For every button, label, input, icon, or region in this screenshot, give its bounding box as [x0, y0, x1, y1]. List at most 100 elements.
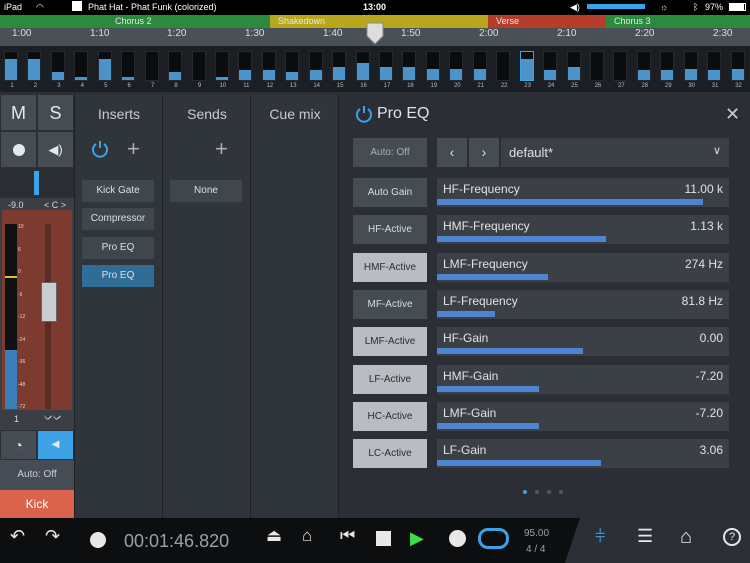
track-cell[interactable]: 23	[519, 51, 534, 89]
track-cell[interactable]: 4	[74, 51, 89, 89]
input-monitor-button[interactable]: ◀	[37, 430, 74, 460]
power-icon[interactable]	[91, 140, 109, 158]
track-cell[interactable]: 12	[261, 51, 276, 89]
mixer-icon[interactable]: ⫩	[595, 526, 605, 547]
fader-handle[interactable]	[41, 282, 57, 322]
section-verse[interactable]: Verse	[488, 15, 606, 28]
record-button[interactable]	[0, 131, 37, 168]
section-chorus-2[interactable]: Chorus 2	[0, 15, 270, 28]
eq-toggle-lc-active[interactable]: LC-Active	[353, 439, 427, 469]
preset-dropdown[interactable]: default* ∨	[501, 138, 729, 167]
insert-slot-pro-eq[interactable]: Pro EQ	[82, 237, 154, 259]
eq-param-hf-frequency[interactable]: HF-Frequency 11.00 k	[437, 178, 729, 207]
loop-icon[interactable]	[478, 528, 509, 549]
track-cell[interactable]: 8	[168, 51, 183, 89]
pan-handle[interactable]	[34, 171, 39, 195]
eq-toggle-hf-active[interactable]: HF-Active	[353, 215, 427, 245]
solo-button[interactable]: S	[37, 94, 74, 131]
track-cell[interactable]: 6	[121, 51, 136, 89]
track-cell[interactable]: 17	[379, 51, 393, 89]
track-cell[interactable]: 3	[50, 51, 65, 89]
insert-slot-pro-eq-selected[interactable]: Pro EQ	[82, 265, 154, 287]
monitor-button[interactable]: ◀)	[37, 131, 74, 168]
insert-slot-kick-gate[interactable]: Kick Gate	[82, 180, 154, 202]
redo-icon[interactable]: ↷	[45, 526, 60, 547]
add-marker-icon[interactable]: ⌂	[302, 526, 312, 546]
add-insert-button[interactable]: +	[127, 136, 140, 162]
eq-automation-button[interactable]: Auto: Off	[353, 138, 427, 167]
track-cell[interactable]: 10	[214, 51, 229, 89]
play-icon[interactable]: ▶	[410, 528, 424, 549]
param-slider[interactable]	[437, 199, 703, 205]
param-slider[interactable]	[437, 348, 583, 355]
mute-button[interactable]: M	[0, 94, 37, 131]
param-slider[interactable]	[437, 310, 496, 317]
track-cell[interactable]: 2	[27, 51, 42, 89]
track-cell[interactable]: 14	[308, 51, 323, 89]
marker-list-icon[interactable]: ⏏	[266, 526, 282, 546]
time-display[interactable]: 00:01:46.820	[124, 531, 229, 552]
track-cell[interactable]: 22	[496, 51, 511, 89]
eq-param-hmf-frequency[interactable]: HMF-Frequency 1.13 k	[437, 215, 729, 245]
track-cell[interactable]: 13	[285, 51, 300, 89]
eq-param-lf-frequency[interactable]: LF-Frequency 81.8 Hz	[437, 289, 729, 319]
send-slot-none[interactable]: None	[170, 180, 242, 202]
preset-next-button[interactable]: ›	[469, 138, 499, 167]
param-slider[interactable]	[437, 422, 540, 429]
eq-param-hmf-gain[interactable]: HMF-Gain -7.20	[437, 364, 729, 394]
track-overview[interactable]: 1 2 3 4 5 6 7 8 9 10 11 12 13 14 15 16 17 18 19 20 21 22 23 24 2…	[0, 46, 750, 92]
pan-slider[interactable]	[0, 168, 74, 198]
input-gain-button[interactable]: ◔	[0, 430, 37, 460]
param-slider[interactable]	[437, 236, 607, 243]
track-cell[interactable]: 20	[449, 51, 464, 89]
track-cell[interactable]: 27	[613, 51, 628, 89]
close-icon[interactable]: ✕	[725, 104, 740, 125]
track-cell[interactable]: 18	[402, 51, 417, 89]
track-cell[interactable]: 11	[238, 51, 253, 89]
eq-toggle-hc-active[interactable]: HC-Active	[353, 401, 427, 431]
help-icon[interactable]: ?	[723, 528, 741, 546]
tempo[interactable]: 95.00	[524, 528, 549, 539]
track-cell[interactable]: 15	[332, 51, 347, 89]
track-cell[interactable]: 30	[683, 51, 698, 89]
eq-toggle-mf-active[interactable]: MF-Active	[353, 289, 427, 319]
eq-param-lmf-frequency[interactable]: LMF-Frequency 274 Hz	[437, 252, 729, 282]
track-cell[interactable]: 5	[97, 51, 112, 89]
insert-slot-compressor[interactable]: Compressor	[82, 208, 154, 230]
param-slider[interactable]	[437, 273, 548, 280]
track-cell[interactable]: 9	[191, 51, 206, 89]
eq-toggle-hmf-active[interactable]: HMF-Active	[353, 252, 427, 282]
track-cell[interactable]: 16	[355, 51, 370, 89]
home-icon[interactable]: ⌂	[680, 526, 692, 549]
volume-fader[interactable]: 10 6 0 -6 -12 -24 -36 -48 -72	[5, 224, 69, 410]
eq-toggle-lmf-active[interactable]: LMF-Active	[353, 327, 427, 357]
track-cell[interactable]: 1	[4, 51, 18, 89]
track-cell[interactable]: 21	[472, 51, 487, 89]
track-cell[interactable]: 24	[543, 51, 558, 89]
track-cell[interactable]: 19	[425, 51, 440, 89]
track-cell[interactable]: 32	[730, 51, 745, 89]
section-chorus-3[interactable]: Chorus 3	[606, 15, 750, 28]
playhead-marker[interactable]	[366, 22, 384, 46]
return-to-start-icon[interactable]: ⏮	[340, 526, 355, 546]
page-dots[interactable]	[523, 490, 563, 496]
track-cell[interactable]: 29	[660, 51, 675, 89]
eq-power-icon[interactable]	[355, 105, 373, 123]
clock-icon[interactable]	[90, 532, 106, 548]
track-cell[interactable]: 28	[636, 51, 651, 89]
channel-automation-button[interactable]: Auto: Off	[0, 460, 74, 490]
param-slider[interactable]	[437, 385, 540, 392]
track-cell[interactable]: 31	[707, 51, 722, 89]
undo-icon[interactable]: ↶	[10, 526, 25, 547]
channel-name[interactable]: Kick	[0, 490, 74, 518]
eq-toggle-auto gain[interactable]: Auto Gain	[353, 178, 427, 207]
eq-param-lf-gain[interactable]: LF-Gain 3.06	[437, 439, 729, 469]
add-send-button[interactable]: +	[215, 136, 228, 162]
track-cell[interactable]: 26	[589, 51, 604, 89]
arrange-view-icon[interactable]: ☰	[637, 526, 653, 547]
record-icon[interactable]	[449, 530, 466, 547]
eq-param-hf-gain[interactable]: HF-Gain 0.00	[437, 327, 729, 357]
track-cell[interactable]: 7	[144, 51, 159, 89]
eq-toggle-lf-active[interactable]: LF-Active	[353, 364, 427, 394]
track-cell[interactable]: 25	[566, 51, 581, 89]
